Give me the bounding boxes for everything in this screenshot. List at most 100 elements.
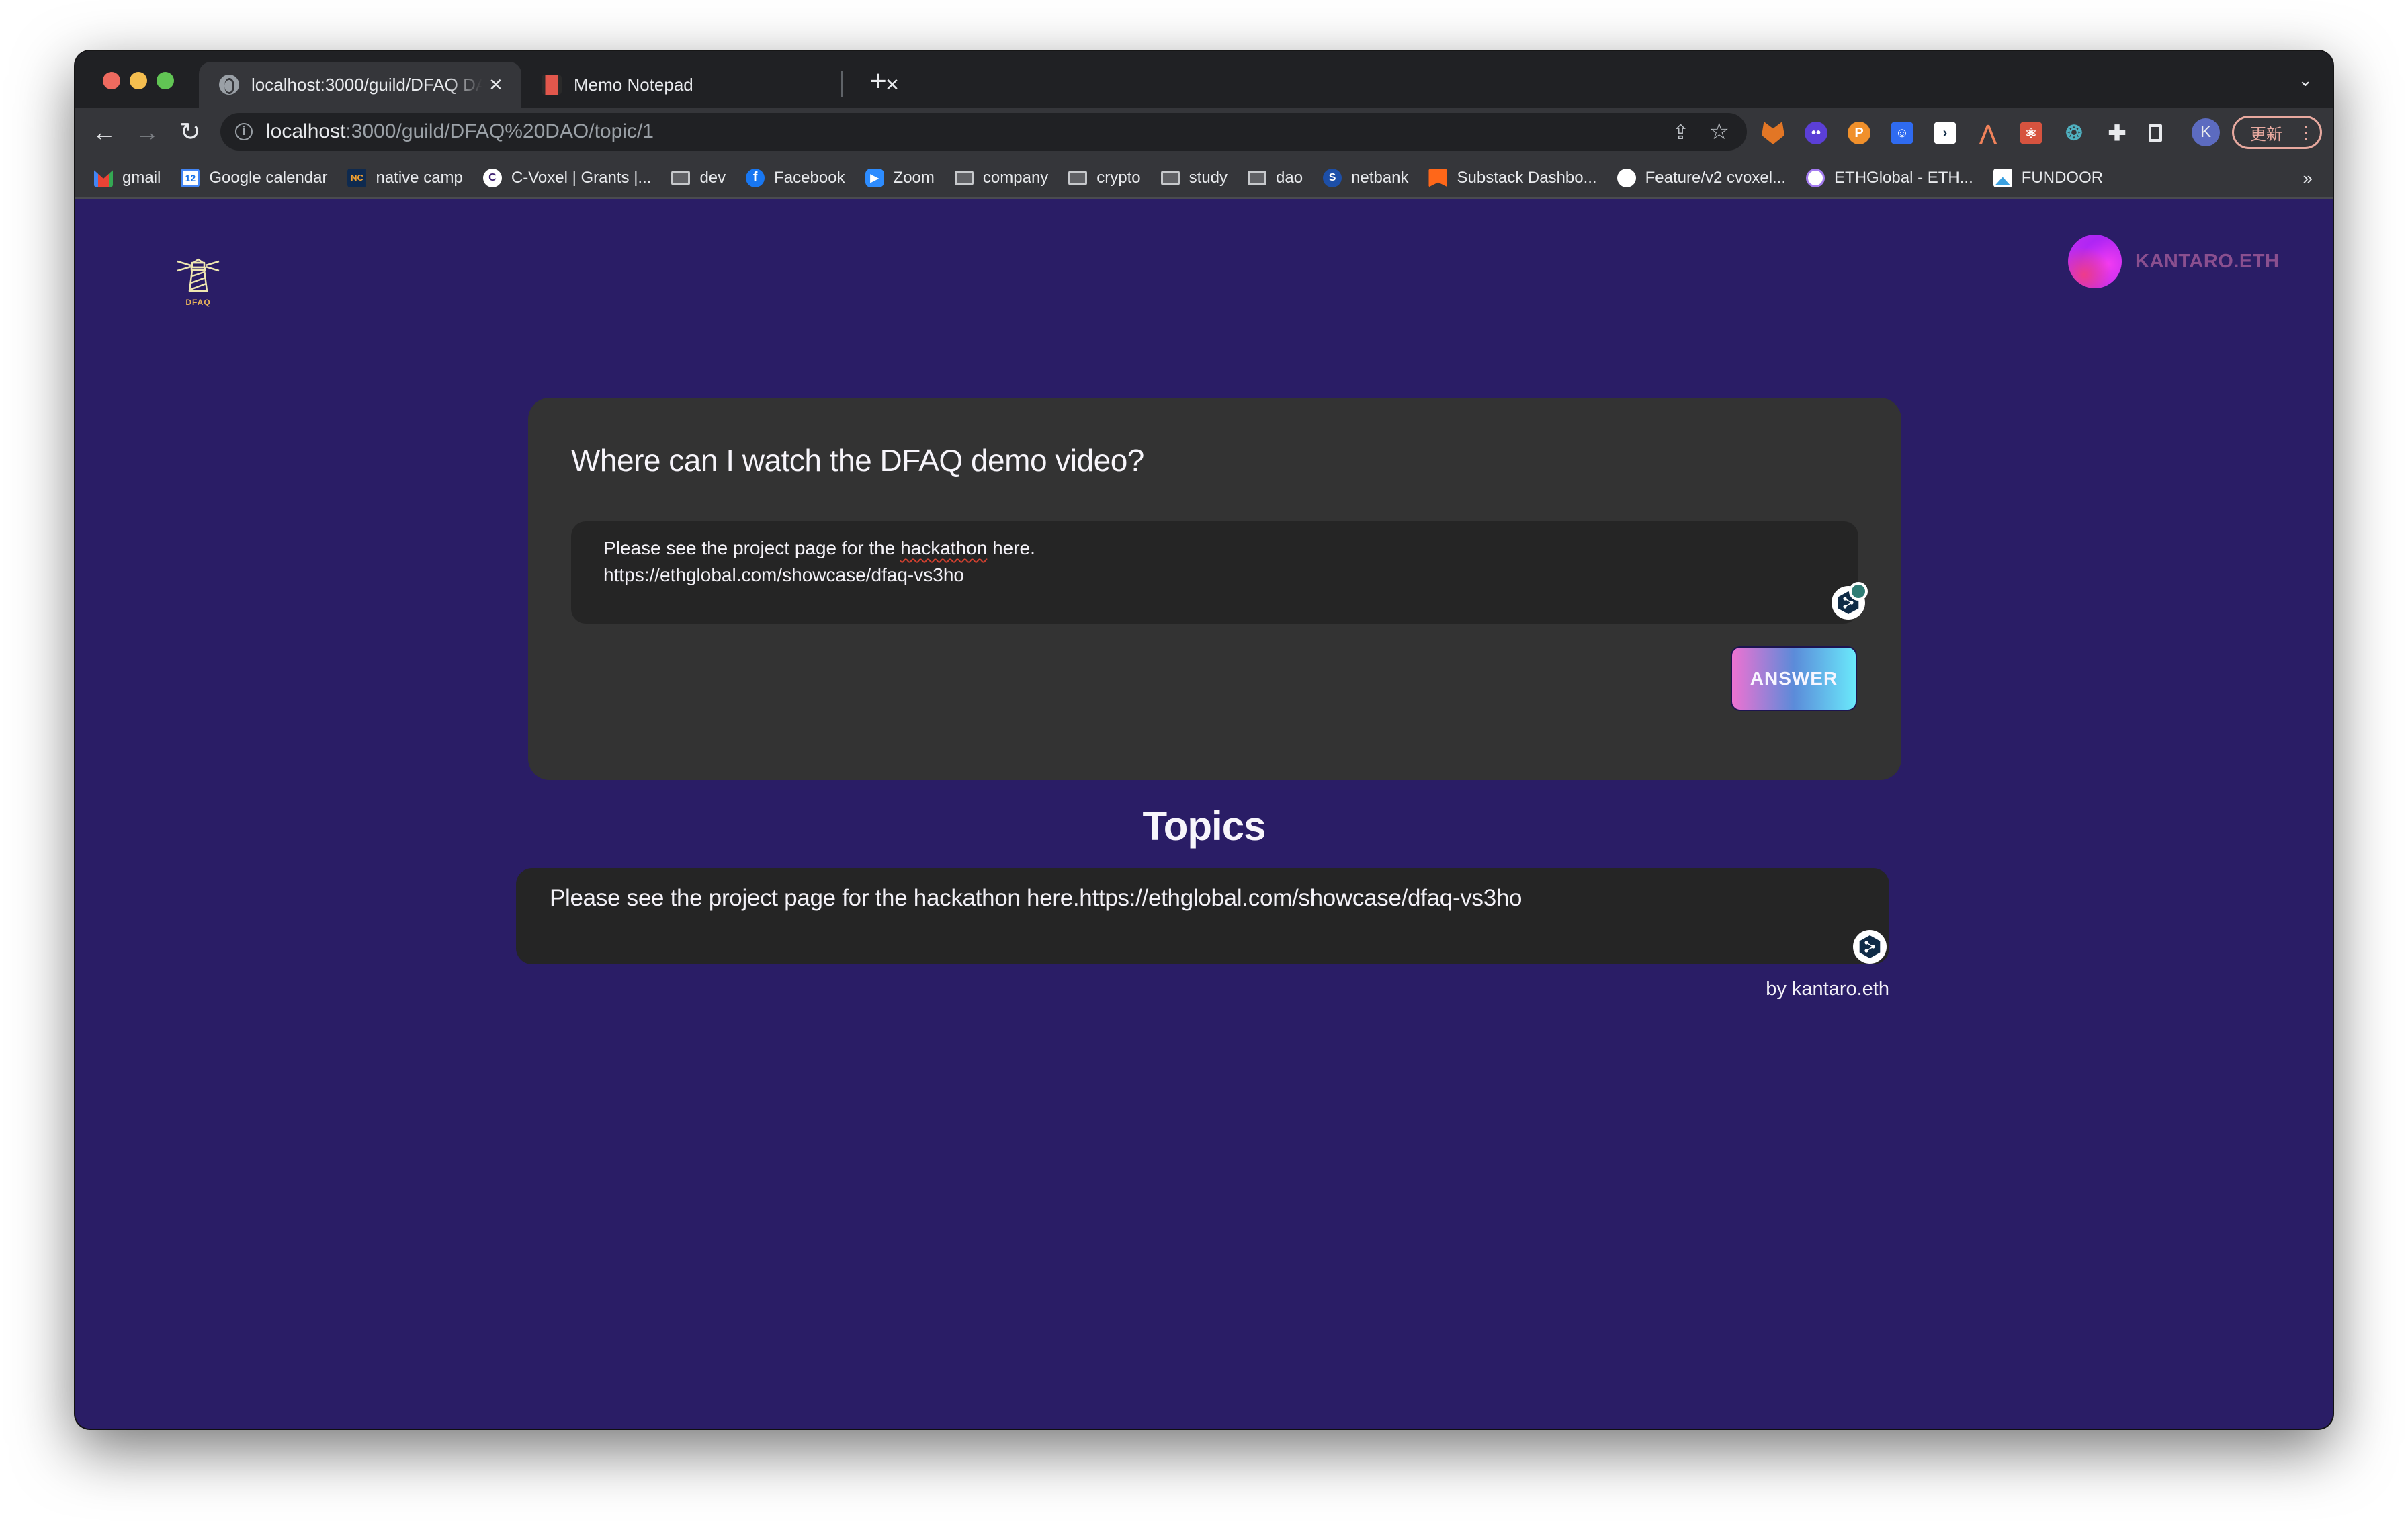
address-host: localhost (266, 120, 346, 142)
side-panel-icon[interactable] (2149, 124, 2162, 142)
bookmark-label: netbank (1351, 168, 1409, 187)
topic-item[interactable]: Please see the project page for the hack… (516, 868, 1889, 964)
bookmark-label: gmail (122, 168, 161, 187)
bookmarks-overflow-icon[interactable]: » (2303, 168, 2313, 189)
user-avatar (2068, 235, 2122, 288)
topics-heading: Topics (1142, 804, 1266, 849)
polkadot-extension-icon[interactable]: P (1848, 122, 1870, 144)
tab-separator (841, 71, 843, 97)
bookmark-google-calendar[interactable]: 12 Google calendar (181, 168, 328, 187)
share-icon[interactable]: ⇪ (1672, 121, 1689, 144)
browser-toolbar: ← → ↻ i localhost:3000/guild/DFAQ%20DAO/… (75, 108, 2333, 159)
minimize-window-button[interactable] (130, 72, 147, 89)
bookmark-label: Substack Dashbo... (1457, 168, 1597, 187)
address-path: :3000/guild/DFAQ%20DAO/topic/1 (345, 120, 654, 142)
bookmark-folder-study[interactable]: study (1160, 169, 1228, 187)
share-nodes-icon (1859, 935, 1881, 958)
tab-search-chevron-icon[interactable]: ⌄ (2298, 70, 2313, 91)
bookmark-star-icon[interactable]: ☆ (1709, 118, 1729, 145)
lighthouse-icon (177, 258, 220, 292)
bookmark-native-camp[interactable]: NC native camp (347, 168, 463, 187)
answer-input[interactable]: Please see the project page for the hack… (571, 521, 1858, 624)
metamask-extension-icon[interactable] (1762, 122, 1784, 144)
bookmark-label: Google calendar (209, 168, 328, 187)
close-tab-icon[interactable]: ✕ (482, 75, 509, 95)
cvoxel-icon: C (482, 168, 502, 187)
bookmark-folder-dao[interactable]: dao (1248, 169, 1303, 187)
topic-author: by kantaro.eth (1766, 978, 1889, 1000)
bookmark-gmail[interactable]: gmail (94, 169, 161, 187)
reload-icon[interactable]: ↻ (173, 116, 207, 149)
misspelled-word: hackathon (900, 538, 988, 558)
fundoor-icon (1993, 168, 2012, 187)
deepl-translate-icon[interactable] (1832, 582, 1868, 620)
bookmark-label: FUNDOOR (2021, 168, 2104, 187)
bookmark-substack[interactable]: Substack Dashbo... (1428, 168, 1597, 187)
ethglobal-icon (1806, 168, 1825, 187)
bookmark-folder-crypto[interactable]: crypto (1068, 169, 1141, 187)
google-calendar-icon: 12 (181, 168, 200, 187)
bookmark-netbank[interactable]: Snetbank (1323, 168, 1409, 187)
smile-extension-icon[interactable]: ☺ (1891, 122, 1914, 144)
logo-text: DFAQ (185, 298, 211, 307)
site-info-icon[interactable]: i (235, 123, 253, 140)
tab-memo-notepad[interactable]: Memo Notepad ✕ (521, 62, 918, 108)
bookmark-label: Zoom (893, 168, 935, 187)
memo-notepad-icon (542, 75, 562, 95)
bookmark-folder-company[interactable]: company (954, 168, 1049, 187)
new-tab-button[interactable]: + (861, 65, 895, 98)
bookmark-label: dev (699, 168, 726, 187)
profile-avatar[interactable]: K (2192, 118, 2220, 146)
tab-localhost[interactable]: localhost:3000/guild/DFAQ DAO ✕ (199, 62, 521, 108)
bookmark-facebook[interactable]: f Facebook (746, 168, 845, 187)
close-window-button[interactable] (103, 72, 120, 89)
react-devtools-extension-icon[interactable]: ⚛ (2020, 122, 2042, 144)
folder-icon (954, 170, 974, 185)
bookmark-cvoxel[interactable]: C C-Voxel | Grants |... (482, 168, 651, 187)
bookmark-label: dao (1276, 168, 1303, 187)
folder-icon (671, 170, 691, 185)
bookmark-label: Facebook (774, 168, 845, 187)
native-camp-icon: NC (347, 168, 367, 187)
bookmark-label: company (982, 168, 1049, 187)
folder-icon (1068, 170, 1088, 185)
facebook-icon: f (746, 168, 765, 187)
answer-button[interactable]: ANSWER (1731, 646, 1857, 711)
extensions-puzzle-icon[interactable]: ✚ (2106, 121, 2128, 145)
status-dot (1849, 582, 1868, 601)
question-title: Where can I watch the DFAQ demo video? (571, 443, 1144, 478)
bookmark-label: native camp (376, 168, 463, 187)
user-badge[interactable]: KANTARO.ETH (2068, 235, 2279, 288)
bookmark-github-feature[interactable]: Feature/v2 cvoxel... (1617, 168, 1786, 187)
question-card: Where can I watch the DFAQ demo video? P… (528, 398, 1901, 780)
ar-extension-icon[interactable]: ⋀ (1977, 122, 2000, 144)
deepl-translate-icon[interactable] (1853, 930, 1887, 964)
back-arrow-icon[interactable]: ← (87, 116, 121, 149)
answer-text: here. (987, 538, 1035, 558)
github-icon (1617, 168, 1636, 187)
web-extension-icon[interactable]: ❂ (2063, 122, 2086, 144)
answer-line-2: https://ethglobal.com/showcase/dfaq-vs3h… (603, 564, 964, 585)
bookmark-zoom[interactable]: ▶ Zoom (865, 168, 935, 187)
maximize-window-button[interactable] (157, 72, 174, 89)
gmail-icon (94, 170, 113, 187)
tab-strip: localhost:3000/guild/DFAQ DAO ✕ Memo Not… (75, 51, 2333, 108)
answer-line-1: Please see the project page for the hack… (603, 535, 1826, 562)
bookmark-fundoor[interactable]: FUNDOOR (1993, 168, 2104, 187)
zoom-icon: ▶ (865, 168, 884, 187)
browser-menu-icon[interactable]: ⋮ (2297, 122, 2315, 143)
address-url[interactable]: localhost:3000/guild/DFAQ%20DAO/topic/1 (266, 120, 654, 143)
deepl-extension-icon[interactable]: › (1934, 122, 1956, 144)
update-button[interactable]: 更新 ⋮ (2232, 116, 2322, 149)
bookmark-ethglobal[interactable]: ETHGlobal - ETH... (1806, 168, 1973, 187)
folder-icon (1160, 170, 1180, 185)
user-name: KANTARO.ETH (2135, 250, 2280, 272)
bookmark-folder-dev[interactable]: dev (671, 169, 726, 187)
topic-text: Please see the project page for the hack… (550, 885, 1522, 911)
address-bar[interactable]: i localhost:3000/guild/DFAQ%20DAO/topic/… (220, 113, 1747, 151)
netbank-icon: S (1323, 168, 1342, 187)
ghost-extension-icon[interactable]: •• (1805, 122, 1828, 144)
forward-arrow-icon[interactable]: → (130, 116, 164, 149)
page-content: DFAQ KANTARO.ETH Where can I watch the D… (75, 201, 2333, 1429)
dfaq-logo[interactable]: DFAQ (175, 253, 222, 311)
